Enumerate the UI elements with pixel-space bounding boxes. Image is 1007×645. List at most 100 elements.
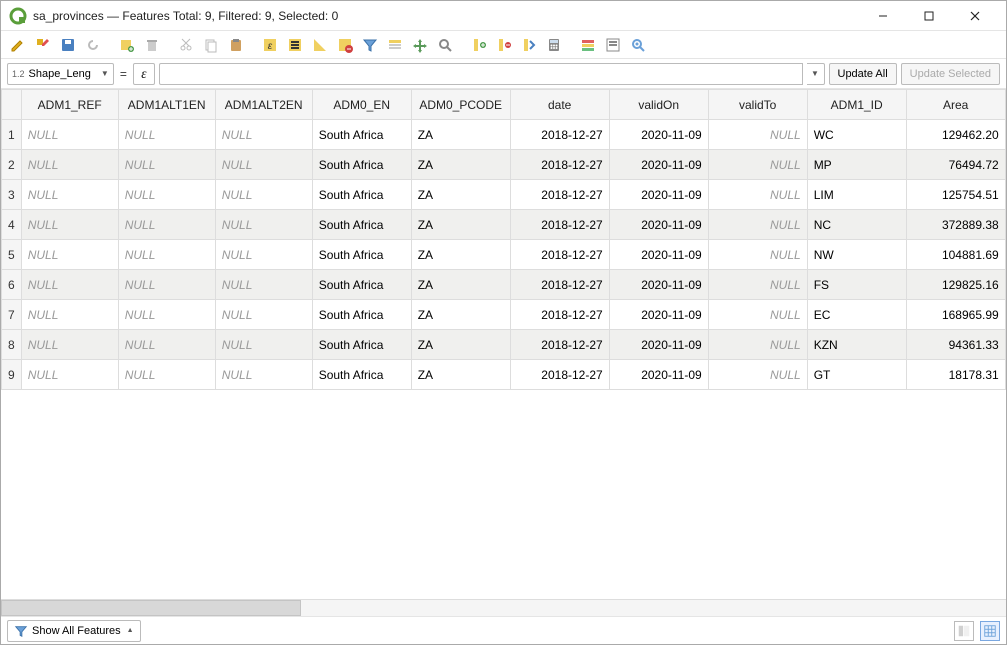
row-number-cell[interactable]: 2: [2, 150, 22, 180]
cell[interactable]: 2018-12-27: [510, 240, 609, 270]
pan-to-selected-icon[interactable]: [409, 34, 431, 56]
cell[interactable]: NULL: [118, 360, 215, 390]
add-feature-icon[interactable]: [116, 34, 138, 56]
cell[interactable]: 2020-11-09: [609, 150, 708, 180]
row-number-cell[interactable]: 6: [2, 270, 22, 300]
deselect-all-icon[interactable]: [334, 34, 356, 56]
cell[interactable]: NULL: [708, 240, 807, 270]
cell[interactable]: NULL: [215, 180, 312, 210]
cell[interactable]: 2020-11-09: [609, 180, 708, 210]
column-header[interactable]: ADM0_PCODE: [411, 90, 510, 120]
update-all-button[interactable]: Update All: [829, 63, 897, 85]
form-view-button[interactable]: [954, 621, 974, 641]
cell[interactable]: NULL: [708, 360, 807, 390]
cell[interactable]: 2020-11-09: [609, 120, 708, 150]
column-header[interactable]: ADM0_EN: [312, 90, 411, 120]
row-number-cell[interactable]: 7: [2, 300, 22, 330]
cell[interactable]: NULL: [215, 270, 312, 300]
cell[interactable]: South Africa: [312, 240, 411, 270]
cell[interactable]: NULL: [118, 180, 215, 210]
cell[interactable]: 18178.31: [906, 360, 1005, 390]
cell[interactable]: ZA: [411, 240, 510, 270]
field-calculator-icon[interactable]: [543, 34, 565, 56]
cell[interactable]: NULL: [118, 150, 215, 180]
cell[interactable]: NULL: [708, 180, 807, 210]
cell[interactable]: 2018-12-27: [510, 330, 609, 360]
expression-dialog-button[interactable]: ε: [133, 63, 155, 85]
cell[interactable]: 2020-11-09: [609, 300, 708, 330]
cell[interactable]: South Africa: [312, 120, 411, 150]
cell[interactable]: KZN: [807, 330, 906, 360]
cell[interactable]: South Africa: [312, 330, 411, 360]
column-header[interactable]: validOn: [609, 90, 708, 120]
multi-edit-icon[interactable]: [32, 34, 54, 56]
cell[interactable]: WC: [807, 120, 906, 150]
cell[interactable]: 76494.72: [906, 150, 1005, 180]
cell[interactable]: NULL: [215, 150, 312, 180]
column-header[interactable]: Area: [906, 90, 1005, 120]
cell[interactable]: NULL: [215, 210, 312, 240]
actions-icon[interactable]: [602, 34, 624, 56]
column-header[interactable]: ADM1ALT2EN: [215, 90, 312, 120]
save-edits-icon[interactable]: [57, 34, 79, 56]
cell[interactable]: 2018-12-27: [510, 150, 609, 180]
cell[interactable]: NULL: [708, 330, 807, 360]
cell[interactable]: NULL: [215, 330, 312, 360]
column-header[interactable]: ADM1_ID: [807, 90, 906, 120]
cell[interactable]: 372889.38: [906, 210, 1005, 240]
column-header[interactable]: date: [510, 90, 609, 120]
dock-icon[interactable]: [627, 34, 649, 56]
cell[interactable]: NW: [807, 240, 906, 270]
table-row[interactable]: 5NULLNULLNULLSouth AfricaZA2018-12-27202…: [2, 240, 1006, 270]
cell[interactable]: 2018-12-27: [510, 360, 609, 390]
cell[interactable]: 2020-11-09: [609, 360, 708, 390]
cell[interactable]: MP: [807, 150, 906, 180]
cell[interactable]: NULL: [21, 240, 118, 270]
cell[interactable]: LIM: [807, 180, 906, 210]
delete-column-icon[interactable]: [493, 34, 515, 56]
cell[interactable]: NULL: [21, 300, 118, 330]
cell[interactable]: ZA: [411, 150, 510, 180]
cell[interactable]: NULL: [118, 270, 215, 300]
cell[interactable]: ZA: [411, 330, 510, 360]
cell[interactable]: NULL: [215, 120, 312, 150]
cell[interactable]: 2020-11-09: [609, 330, 708, 360]
column-header[interactable]: validTo: [708, 90, 807, 120]
cell[interactable]: South Africa: [312, 360, 411, 390]
copy-icon[interactable]: [200, 34, 222, 56]
cell[interactable]: 2018-12-27: [510, 270, 609, 300]
rename-column-icon[interactable]: [518, 34, 540, 56]
paste-icon[interactable]: [225, 34, 247, 56]
select-all-icon[interactable]: [284, 34, 306, 56]
cell[interactable]: NULL: [215, 300, 312, 330]
cell[interactable]: South Africa: [312, 300, 411, 330]
cell[interactable]: South Africa: [312, 270, 411, 300]
maximize-button[interactable]: [906, 1, 952, 31]
table-row[interactable]: 1NULLNULLNULLSouth AfricaZA2018-12-27202…: [2, 120, 1006, 150]
toggle-edit-icon[interactable]: [7, 34, 29, 56]
cell[interactable]: NULL: [708, 120, 807, 150]
cell[interactable]: 2018-12-27: [510, 120, 609, 150]
cell[interactable]: NULL: [21, 330, 118, 360]
cell[interactable]: 168965.99: [906, 300, 1005, 330]
cell[interactable]: NULL: [708, 270, 807, 300]
cell[interactable]: NULL: [215, 240, 312, 270]
cell[interactable]: South Africa: [312, 180, 411, 210]
cell[interactable]: GT: [807, 360, 906, 390]
row-number-cell[interactable]: 9: [2, 360, 22, 390]
table-row[interactable]: 6NULLNULLNULLSouth AfricaZA2018-12-27202…: [2, 270, 1006, 300]
row-number-cell[interactable]: 3: [2, 180, 22, 210]
cell[interactable]: ZA: [411, 180, 510, 210]
invert-selection-icon[interactable]: [309, 34, 331, 56]
cell[interactable]: 129825.16: [906, 270, 1005, 300]
cell[interactable]: South Africa: [312, 210, 411, 240]
cell[interactable]: 2020-11-09: [609, 210, 708, 240]
cell[interactable]: NULL: [21, 210, 118, 240]
zoom-to-selected-icon[interactable]: [434, 34, 456, 56]
horizontal-scrollbar[interactable]: [1, 599, 1006, 616]
reload-icon[interactable]: [82, 34, 104, 56]
row-number-cell[interactable]: 1: [2, 120, 22, 150]
cell[interactable]: ZA: [411, 270, 510, 300]
show-features-filter-button[interactable]: Show All Features ▲: [7, 620, 141, 642]
cell[interactable]: ZA: [411, 120, 510, 150]
